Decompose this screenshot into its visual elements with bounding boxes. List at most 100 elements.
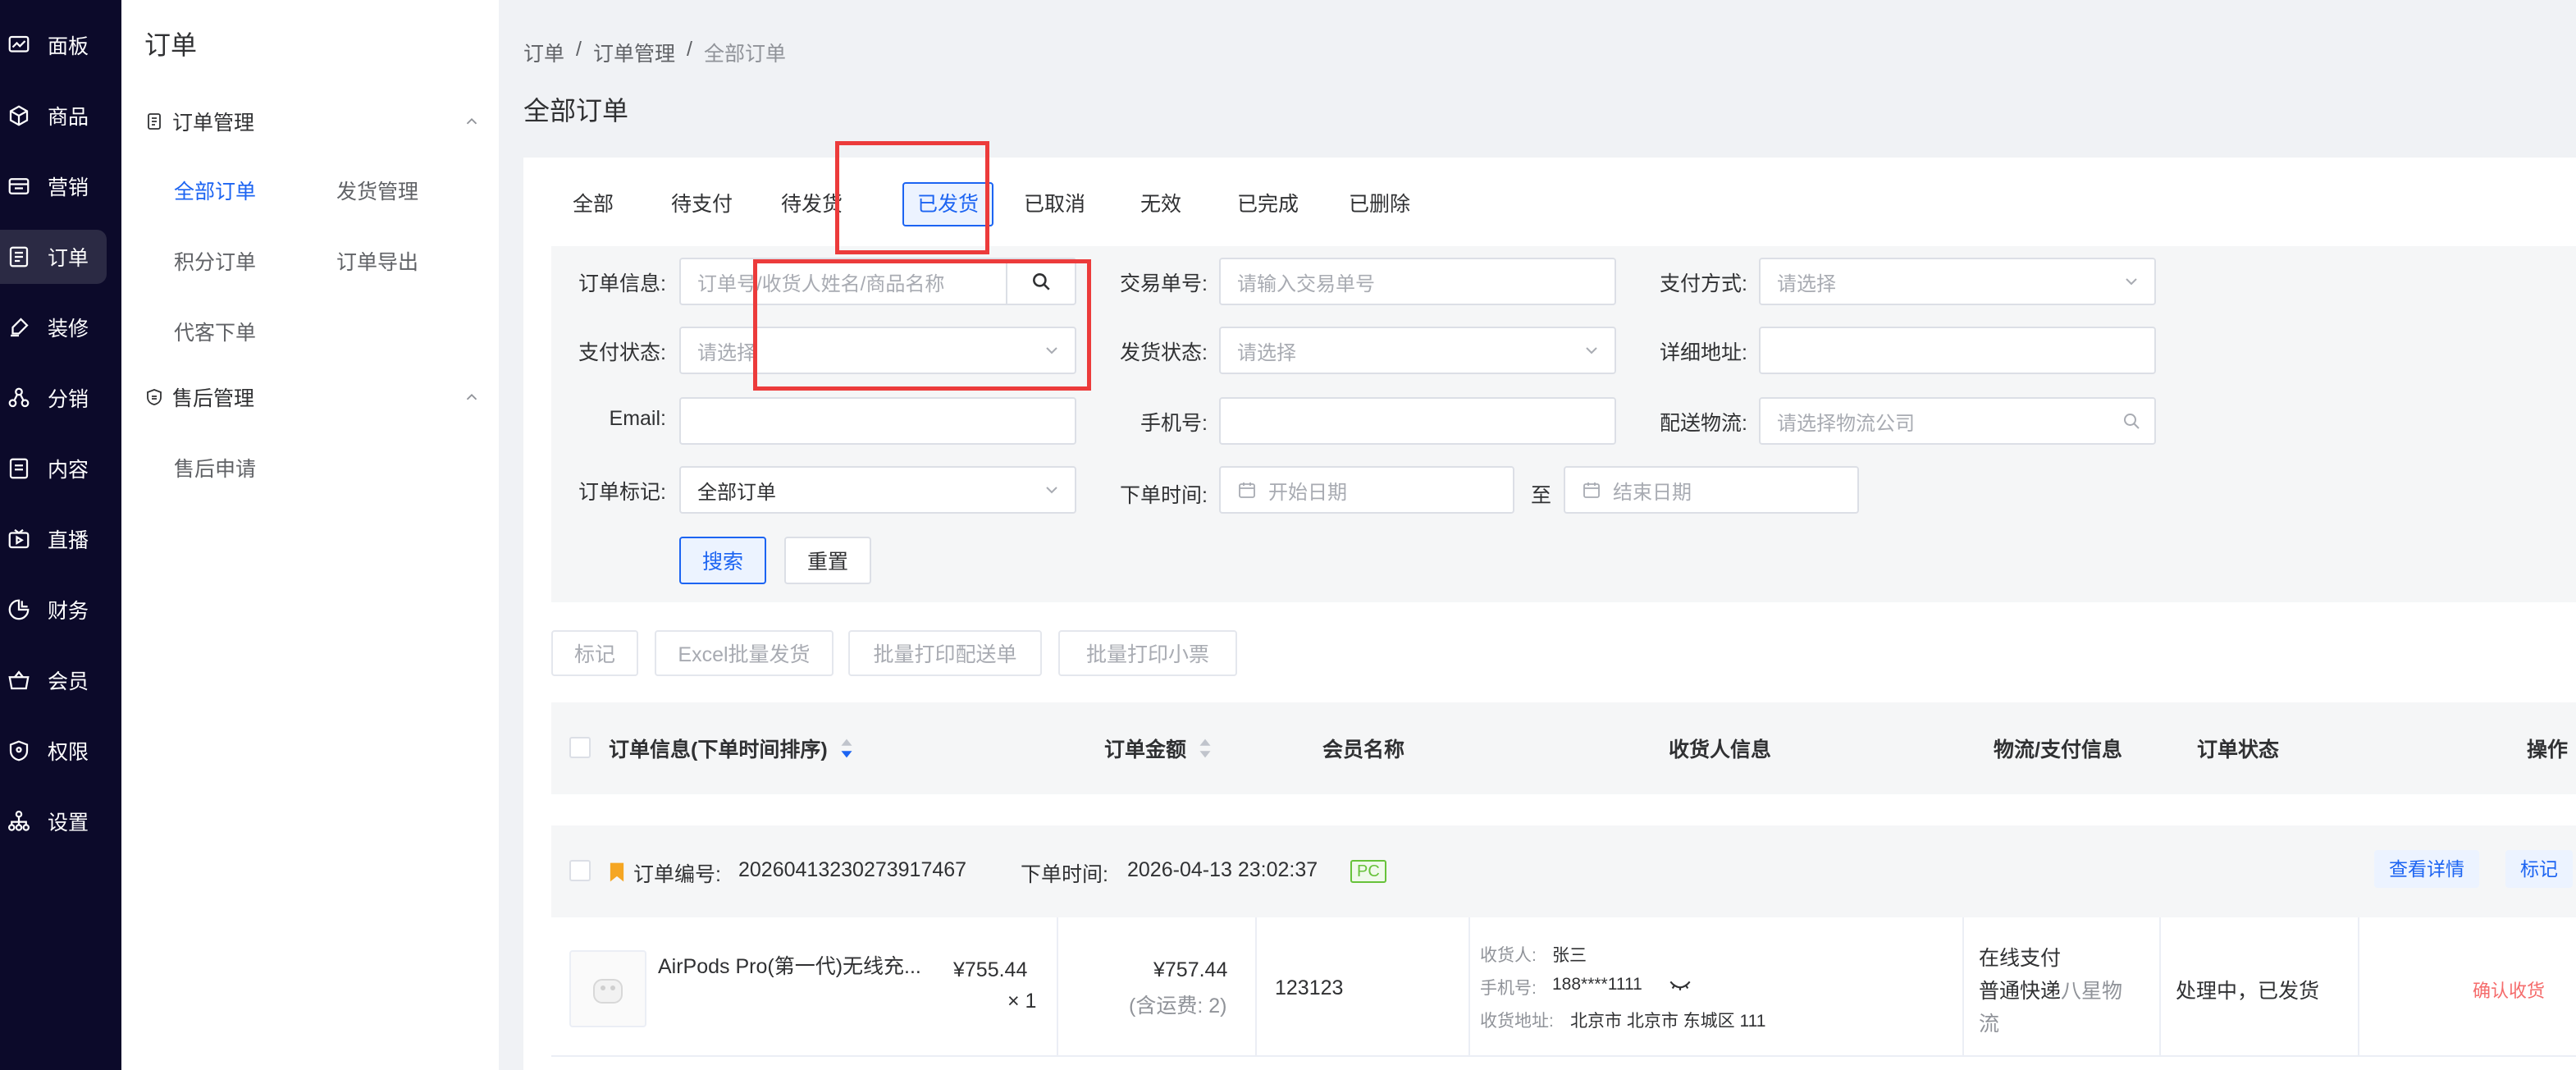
receiver-phone: 188****1111: [1552, 975, 1642, 994]
sort-icon[interactable]: [1198, 738, 1213, 759]
breadcrumb-current: 全部订单: [703, 43, 786, 66]
shipping-fee: (含运费: 2): [1129, 995, 1227, 1017]
rail-item-settings[interactable]: 设置: [0, 794, 107, 848]
group-after-sales[interactable]: 售后管理: [144, 381, 481, 414]
start-date-input[interactable]: 开始日期: [1219, 466, 1514, 514]
tab-pending-payment[interactable]: 待支付: [671, 182, 733, 226]
col-amount[interactable]: 订单金额: [1104, 734, 1213, 763]
sidebar-item-proxy-order[interactable]: 代客下单: [174, 317, 256, 346]
rail-item-goods[interactable]: 商品: [0, 89, 107, 143]
rail-item-live[interactable]: 直播: [0, 512, 107, 566]
col-status: 订单状态: [2197, 738, 2280, 761]
sort-icon[interactable]: [839, 738, 854, 759]
sidebar-item-shipping[interactable]: 发货管理: [336, 176, 418, 205]
breadcrumb-separator: /: [686, 38, 692, 61]
select-all-checkbox[interactable]: [569, 737, 591, 758]
tab-completed[interactable]: 已完成: [1237, 182, 1299, 226]
share-icon: [8, 387, 30, 408]
rail-item-dashboard[interactable]: 面板: [0, 18, 107, 72]
tab-pending-shipment[interactable]: 待发货: [781, 182, 843, 226]
search-button[interactable]: 搜索: [679, 537, 766, 584]
breadcrumb-separator: /: [576, 38, 582, 61]
rail-label: 设置: [48, 812, 89, 835]
tab-cancelled[interactable]: 已取消: [1024, 182, 1085, 226]
order-info-input[interactable]: 订单号/收货人姓名/商品名称: [679, 258, 1076, 305]
order-icon: [148, 113, 161, 130]
sidebar-item-points-orders[interactable]: 积分订单: [174, 246, 256, 276]
bookmark-icon[interactable]: [609, 862, 625, 883]
rail-item-permission[interactable]: 权限: [0, 724, 107, 778]
cube-icon: [9, 105, 29, 126]
group-order-management[interactable]: 订单管理: [144, 105, 481, 138]
phone-input[interactable]: [1219, 397, 1616, 445]
order-mark-select[interactable]: 全部订单: [679, 466, 1076, 514]
rail-item-marketing[interactable]: 营销: [0, 159, 107, 213]
pay-type: 在线支付: [1979, 947, 2062, 970]
breadcrumb-orders[interactable]: 订单: [523, 38, 564, 67]
earbuds-image: [593, 979, 623, 1004]
rail-item-decorate[interactable]: 装修: [0, 300, 107, 354]
cell-divider: [2358, 917, 2359, 1057]
rail-label: 装修: [48, 318, 89, 341]
rail-item-orders[interactable]: 订单: [0, 230, 107, 284]
rail-item-members[interactable]: 会员: [0, 653, 107, 707]
calendar-icon: [1239, 482, 1255, 498]
chevron-down-icon: [1046, 487, 1057, 494]
reset-button[interactable]: 重置: [784, 537, 871, 584]
product-thumbnail[interactable]: [569, 950, 646, 1027]
email-input[interactable]: [679, 397, 1076, 445]
product-name[interactable]: AirPods Pro(第一代)无线充...: [658, 950, 921, 980]
order-mark-label: 订单标记:: [578, 481, 666, 504]
col-order-info[interactable]: 订单信息(下单时间排序): [609, 734, 854, 763]
document-icon: [9, 458, 29, 479]
live-icon: [8, 528, 30, 549]
date-range-separator: 至: [1531, 484, 1552, 507]
breadcrumb-order-management[interactable]: 订单管理: [593, 38, 675, 67]
col-member: 会员名称: [1322, 738, 1405, 761]
product-quantity: × 1: [1007, 990, 1037, 1013]
batch-excel-ship-button[interactable]: Excel批量发货: [655, 630, 834, 676]
tab-all[interactable]: 全部: [573, 182, 614, 226]
sidebar-title: 订单: [144, 30, 198, 60]
address-input[interactable]: [1759, 327, 2156, 374]
tab-shipped[interactable]: 已发货: [902, 182, 994, 226]
rail-label: 会员: [48, 670, 89, 693]
batch-print-receipt-button[interactable]: 批量打印小票: [1058, 630, 1237, 676]
sidebar-item-export[interactable]: 订单导出: [336, 246, 418, 276]
mark-order-button[interactable]: 标记: [2505, 850, 2573, 888]
rail-label: 权限: [48, 741, 89, 764]
order-no: 20260413230273917467: [738, 858, 967, 881]
trade-no-input[interactable]: 请输入交易单号: [1219, 258, 1616, 305]
pay-status-label: 支付状态:: [578, 341, 666, 364]
view-detail-button[interactable]: 查看详情: [2374, 850, 2479, 888]
order-checkbox[interactable]: [569, 860, 591, 881]
batch-print-delivery-button[interactable]: 批量打印配送单: [848, 630, 1042, 676]
chevron-down-icon: [1586, 347, 1597, 354]
order-info-search-button[interactable]: [1006, 259, 1075, 304]
receiver-name: 张三: [1552, 946, 1587, 965]
batch-mark-button[interactable]: 标记: [551, 630, 638, 676]
eye-closed-icon[interactable]: [1669, 976, 1692, 995]
pay-status-select[interactable]: 请选择: [679, 327, 1076, 374]
ship-status-select[interactable]: 请选择: [1219, 327, 1616, 374]
ship-type: 普通快递: [1979, 980, 2062, 1003]
rail-item-distribution[interactable]: 分销: [0, 371, 107, 425]
carrier-name: 八星物: [2061, 980, 2123, 1003]
shield-icon: [9, 740, 29, 761]
rail-item-finance[interactable]: 财务: [0, 583, 107, 637]
trade-no-placeholder: 请输入交易单号: [1237, 272, 1375, 295]
logistics-placeholder: 请选择物流公司: [1777, 412, 1915, 435]
pay-method-select[interactable]: 请选择: [1759, 258, 2156, 305]
tab-invalid[interactable]: 无效: [1140, 182, 1181, 226]
logistics-select[interactable]: 请选择物流公司: [1759, 397, 2156, 445]
address-label: 详细地址:: [1660, 341, 1747, 364]
sidebar-item-after-sales-apply[interactable]: 售后申请: [174, 453, 256, 482]
end-date-input[interactable]: 结束日期: [1564, 466, 1859, 514]
rail-item-content[interactable]: 内容: [0, 441, 107, 496]
chevron-up-icon: [466, 393, 477, 400]
confirm-receipt-link[interactable]: 确认收货: [2473, 976, 2545, 1003]
tab-deleted[interactable]: 已删除: [1349, 182, 1410, 226]
ship-status-label: 发货状态:: [1120, 341, 1208, 364]
pay-method-placeholder: 请选择: [1777, 272, 1836, 295]
sidebar-item-all-orders[interactable]: 全部订单: [174, 176, 256, 205]
